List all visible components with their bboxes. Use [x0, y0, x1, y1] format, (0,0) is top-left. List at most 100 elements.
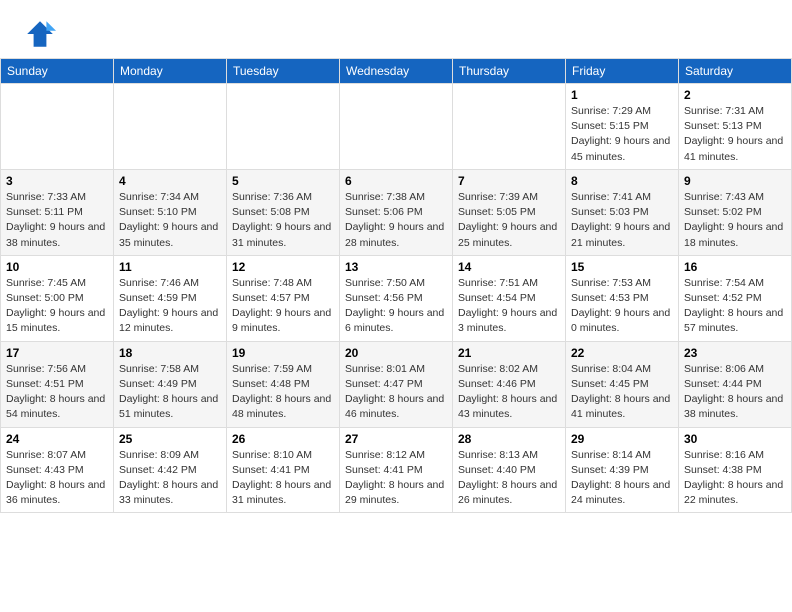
day-cell [340, 84, 453, 170]
day-number: 16 [684, 260, 786, 274]
day-cell: 5 Sunrise: 7:36 AM Sunset: 5:08 PM Daylig… [227, 169, 340, 255]
day-info: Sunrise: 7:31 AM Sunset: 5:13 PM Dayligh… [684, 104, 786, 165]
calendar-table: SundayMondayTuesdayWednesdayThursdayFrid… [0, 58, 792, 513]
day-cell: 28Sunrise: 8:13 AM Sunset: 4:40 PM Dayli… [453, 427, 566, 513]
day-cell: 30Sunrise: 8:16 AM Sunset: 4:38 PM Dayli… [679, 427, 792, 513]
day-number: 28 [458, 432, 560, 446]
day-number: 12 [232, 260, 334, 274]
day-cell: 14 Sunrise: 7:51 AM Sunset: 4:54 PM Dayli… [453, 255, 566, 341]
day-cell: 15 Sunrise: 7:53 AM Sunset: 4:53 PM Dayli… [566, 255, 679, 341]
day-info: Sunrise: 8:12 AM Sunset: 4:41 PM Dayligh… [345, 448, 447, 509]
day-info: Sunrise: 8:14 AM Sunset: 4:39 PM Dayligh… [571, 448, 673, 509]
day-cell: 22 Sunrise: 8:04 AM Sunset: 4:45 PM Dayli… [566, 341, 679, 427]
day-number: 26 [232, 432, 334, 446]
col-header-thursday: Thursday [453, 59, 566, 84]
day-number: 6 [345, 174, 447, 188]
day-number: 25 [119, 432, 221, 446]
day-cell: 3 Sunrise: 7:33 AM Sunset: 5:11 PM Daylig… [1, 169, 114, 255]
day-cell: 29 Sunrise: 8:14 AM Sunset: 4:39 PM Dayli… [566, 427, 679, 513]
day-cell: 27 Sunrise: 8:12 AM Sunset: 4:41 PM Dayli… [340, 427, 453, 513]
day-cell: 11 Sunrise: 7:46 AM Sunset: 4:59 PM Dayli… [114, 255, 227, 341]
day-number: 23 [684, 346, 786, 360]
day-number: 24 [6, 432, 108, 446]
day-cell: 26 Sunrise: 8:10 AM Sunset: 4:41 PM Dayli… [227, 427, 340, 513]
day-info: Sunrise: 8:16 AM Sunset: 4:38 PM Dayligh… [684, 448, 786, 509]
day-info: Sunrise: 7:48 AM Sunset: 4:57 PM Dayligh… [232, 276, 334, 337]
day-number: 3 [6, 174, 108, 188]
day-number: 19 [232, 346, 334, 360]
day-cell [1, 84, 114, 170]
day-cell [453, 84, 566, 170]
day-info: Sunrise: 7:58 AM Sunset: 4:49 PM Dayligh… [119, 362, 221, 423]
day-number: 5 [232, 174, 334, 188]
day-number: 7 [458, 174, 560, 188]
page-header [0, 0, 792, 58]
day-cell [227, 84, 340, 170]
day-info: Sunrise: 7:34 AM Sunset: 5:10 PM Dayligh… [119, 190, 221, 251]
day-number: 1 [571, 88, 673, 102]
day-number: 20 [345, 346, 447, 360]
day-info: Sunrise: 7:29 AM Sunset: 5:15 PM Dayligh… [571, 104, 673, 165]
day-info: Sunrise: 7:46 AM Sunset: 4:59 PM Dayligh… [119, 276, 221, 337]
day-info: Sunrise: 8:01 AM Sunset: 4:47 PM Dayligh… [345, 362, 447, 423]
week-row-3: 10 Sunrise: 7:45 AM Sunset: 5:00 PM Dayli… [1, 255, 792, 341]
day-info: Sunrise: 7:41 AM Sunset: 5:03 PM Dayligh… [571, 190, 673, 251]
week-row-5: 24 Sunrise: 8:07 AM Sunset: 4:43 PM Dayli… [1, 427, 792, 513]
day-info: Sunrise: 7:33 AM Sunset: 5:11 PM Dayligh… [6, 190, 108, 251]
day-info: Sunrise: 8:09 AM Sunset: 4:42 PM Dayligh… [119, 448, 221, 509]
day-info: Sunrise: 8:07 AM Sunset: 4:43 PM Dayligh… [6, 448, 108, 509]
day-number: 29 [571, 432, 673, 446]
day-cell: 16Sunrise: 7:54 AM Sunset: 4:52 PM Dayli… [679, 255, 792, 341]
day-cell: 9 Sunrise: 7:43 AM Sunset: 5:02 PM Daylig… [679, 169, 792, 255]
day-info: Sunrise: 7:53 AM Sunset: 4:53 PM Dayligh… [571, 276, 673, 337]
day-cell: 8 Sunrise: 7:41 AM Sunset: 5:03 PM Daylig… [566, 169, 679, 255]
day-number: 2 [684, 88, 786, 102]
day-cell: 21 Sunrise: 8:02 AM Sunset: 4:46 PM Dayli… [453, 341, 566, 427]
day-info: Sunrise: 8:10 AM Sunset: 4:41 PM Dayligh… [232, 448, 334, 509]
day-number: 13 [345, 260, 447, 274]
day-cell: 12 Sunrise: 7:48 AM Sunset: 4:57 PM Dayli… [227, 255, 340, 341]
logo-icon [24, 18, 56, 50]
day-number: 15 [571, 260, 673, 274]
day-cell: 2 Sunrise: 7:31 AM Sunset: 5:13 PM Daylig… [679, 84, 792, 170]
day-cell: 23 Sunrise: 8:06 AM Sunset: 4:44 PM Dayli… [679, 341, 792, 427]
col-header-saturday: Saturday [679, 59, 792, 84]
week-row-2: 3 Sunrise: 7:33 AM Sunset: 5:11 PM Daylig… [1, 169, 792, 255]
col-header-friday: Friday [566, 59, 679, 84]
day-number: 4 [119, 174, 221, 188]
day-cell: 20 Sunrise: 8:01 AM Sunset: 4:47 PM Dayli… [340, 341, 453, 427]
day-info: Sunrise: 7:36 AM Sunset: 5:08 PM Dayligh… [232, 190, 334, 251]
day-cell [114, 84, 227, 170]
logo [24, 18, 60, 50]
day-number: 17 [6, 346, 108, 360]
day-info: Sunrise: 7:59 AM Sunset: 4:48 PM Dayligh… [232, 362, 334, 423]
week-row-1: 1 Sunrise: 7:29 AM Sunset: 5:15 PM Daylig… [1, 84, 792, 170]
day-cell: 7 Sunrise: 7:39 AM Sunset: 5:05 PM Daylig… [453, 169, 566, 255]
day-cell: 17Sunrise: 7:56 AM Sunset: 4:51 PM Dayli… [1, 341, 114, 427]
day-number: 14 [458, 260, 560, 274]
day-number: 9 [684, 174, 786, 188]
day-cell: 4 Sunrise: 7:34 AM Sunset: 5:10 PM Daylig… [114, 169, 227, 255]
week-row-4: 17Sunrise: 7:56 AM Sunset: 4:51 PM Dayli… [1, 341, 792, 427]
day-number: 22 [571, 346, 673, 360]
day-cell: 6Sunrise: 7:38 AM Sunset: 5:06 PM Daylig… [340, 169, 453, 255]
day-info: Sunrise: 8:06 AM Sunset: 4:44 PM Dayligh… [684, 362, 786, 423]
day-info: Sunrise: 8:04 AM Sunset: 4:45 PM Dayligh… [571, 362, 673, 423]
day-number: 18 [119, 346, 221, 360]
day-cell: 19 Sunrise: 7:59 AM Sunset: 4:48 PM Dayli… [227, 341, 340, 427]
day-info: Sunrise: 7:50 AM Sunset: 4:56 PM Dayligh… [345, 276, 447, 337]
day-info: Sunrise: 7:51 AM Sunset: 4:54 PM Dayligh… [458, 276, 560, 337]
day-number: 21 [458, 346, 560, 360]
day-number: 27 [345, 432, 447, 446]
day-cell: 1 Sunrise: 7:29 AM Sunset: 5:15 PM Daylig… [566, 84, 679, 170]
day-number: 11 [119, 260, 221, 274]
day-info: Sunrise: 7:43 AM Sunset: 5:02 PM Dayligh… [684, 190, 786, 251]
day-number: 10 [6, 260, 108, 274]
day-info: Sunrise: 7:45 AM Sunset: 5:00 PM Dayligh… [6, 276, 108, 337]
day-info: Sunrise: 7:39 AM Sunset: 5:05 PM Dayligh… [458, 190, 560, 251]
day-number: 8 [571, 174, 673, 188]
day-cell: 25 Sunrise: 8:09 AM Sunset: 4:42 PM Dayli… [114, 427, 227, 513]
col-header-tuesday: Tuesday [227, 59, 340, 84]
calendar-wrapper: SundayMondayTuesdayWednesdayThursdayFrid… [0, 58, 792, 513]
day-info: Sunrise: 8:02 AM Sunset: 4:46 PM Dayligh… [458, 362, 560, 423]
